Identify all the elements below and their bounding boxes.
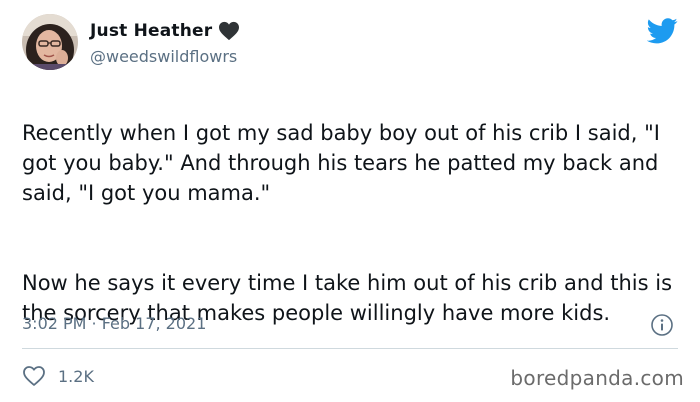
watermark: boredpanda.com (510, 366, 684, 390)
like-action[interactable]: 1.2K (22, 365, 94, 387)
author-name-row: Just Heather (90, 21, 240, 41)
heart-outline-icon[interactable] (22, 365, 46, 387)
black-heart-icon (218, 21, 240, 41)
like-count: 1.2K (58, 366, 94, 386)
author-handle[interactable]: @weedswildflowrs (90, 47, 237, 66)
avatar-photo (22, 14, 78, 70)
divider (22, 348, 678, 349)
info-icon[interactable] (650, 313, 674, 337)
twitter-bird-icon[interactable] (646, 18, 678, 44)
author-display-name[interactable]: Just Heather (90, 21, 212, 41)
tweet-paragraph: Recently when I got my sad baby boy out … (22, 121, 660, 205)
avatar[interactable] (22, 14, 78, 70)
tweet-timestamp[interactable]: 3:02 PM · Feb 17, 2021 (22, 314, 206, 333)
tweet-card: Just Heather @weedswildflowrs Recently w… (0, 0, 700, 402)
